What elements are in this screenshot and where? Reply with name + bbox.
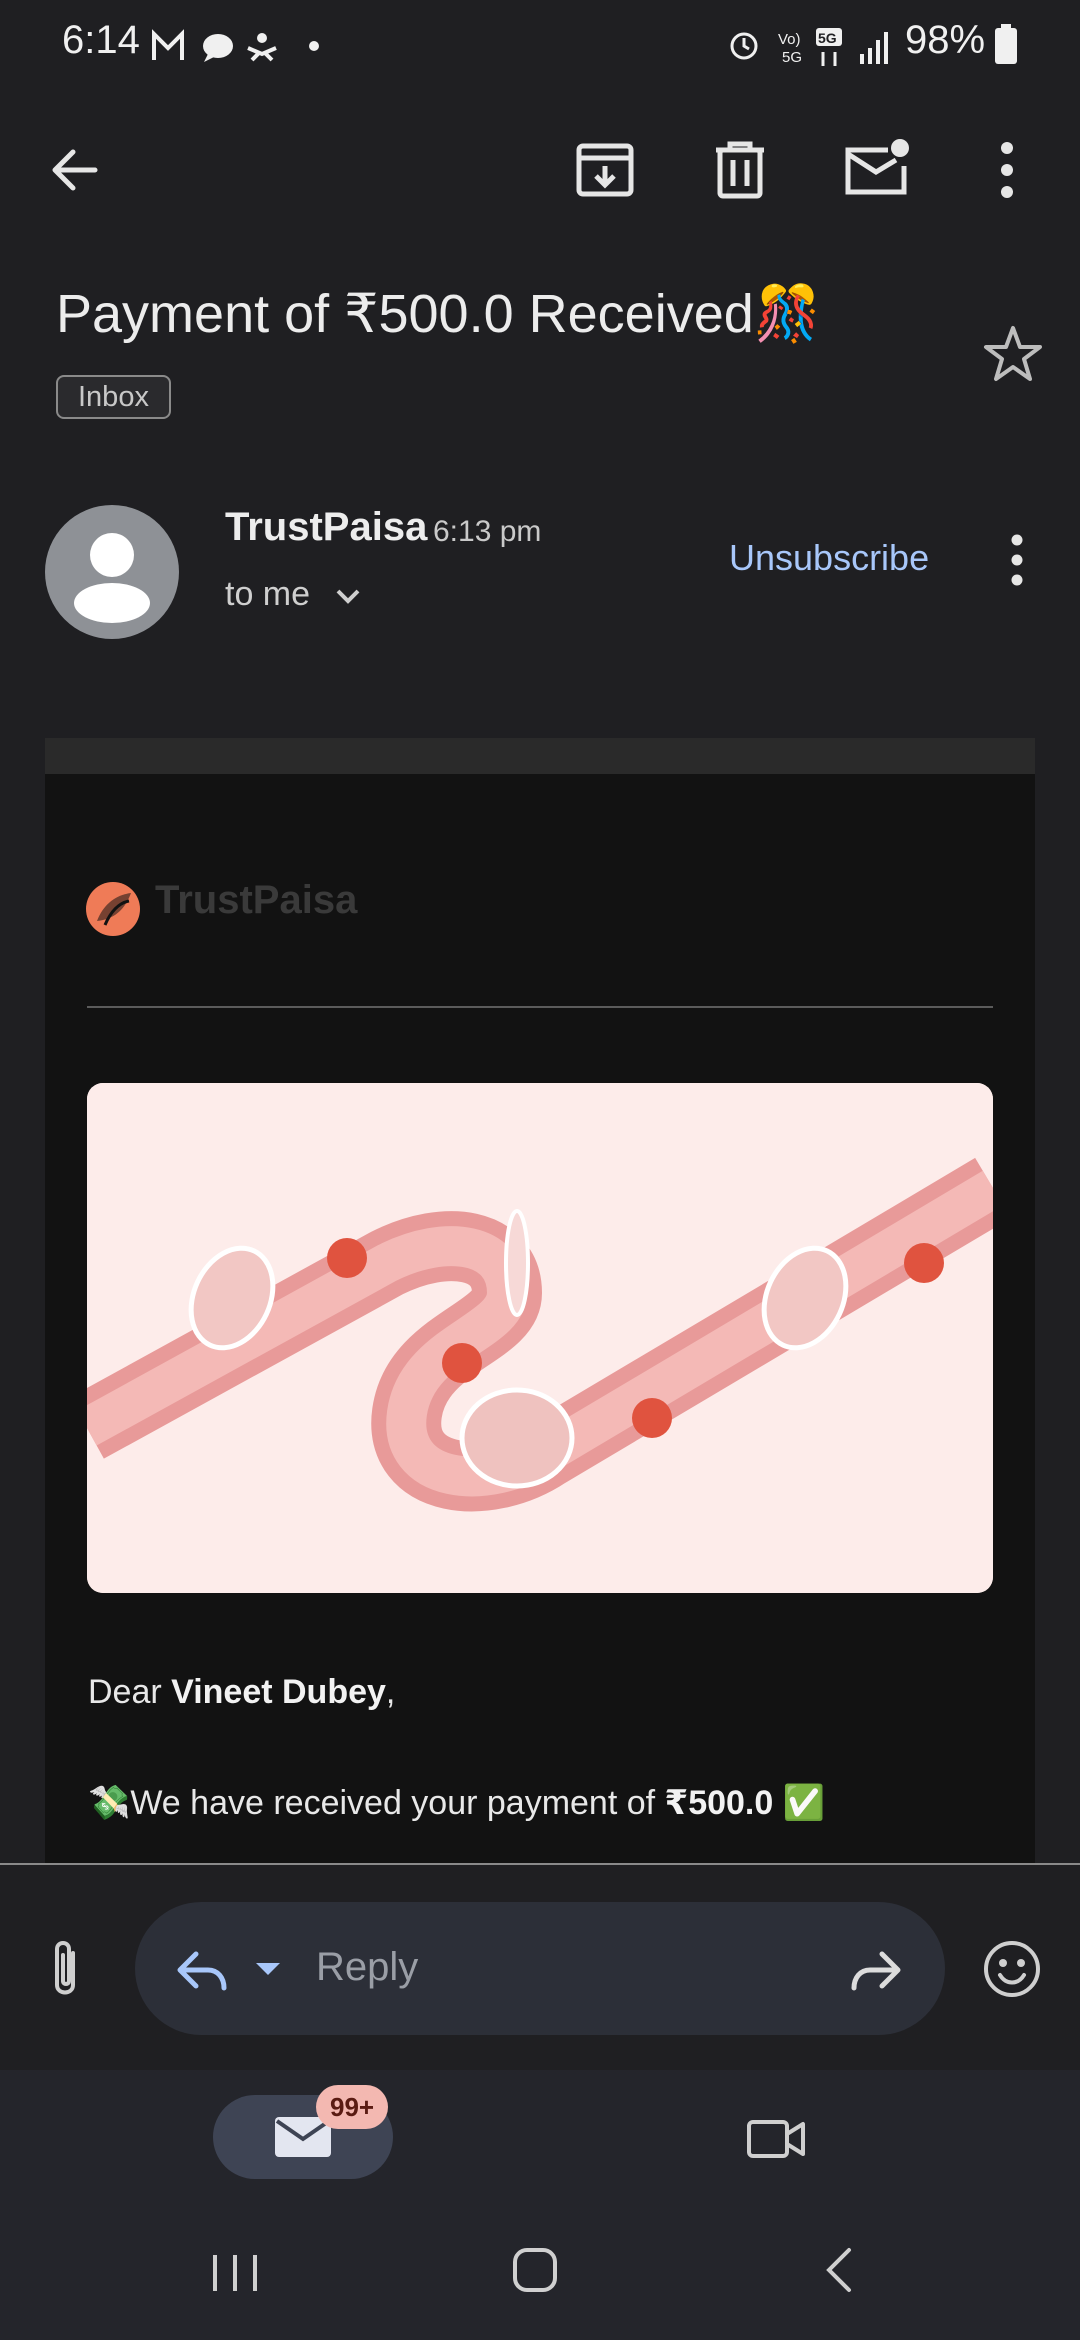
email-top-band (45, 738, 1035, 774)
home-icon[interactable] (505, 2240, 565, 2300)
emoji-icon[interactable] (980, 1937, 1044, 2001)
reply-icon[interactable] (172, 1940, 232, 2000)
star-icon[interactable] (980, 322, 1046, 388)
battery-icon (995, 24, 1017, 64)
forward-icon[interactable] (846, 1942, 906, 1998)
unsubscribe-link[interactable]: Unsubscribe (729, 537, 929, 579)
system-icons: Vo) 5G 5G (728, 22, 898, 77)
recent-apps-icon[interactable] (205, 2245, 265, 2301)
reply-options-dropdown-icon[interactable] (252, 1955, 284, 1985)
gmail-icon (152, 29, 319, 62)
person-icon (74, 533, 150, 623)
payment-amount: ₹500.0 (664, 1784, 774, 1822)
unread-count-badge: 99+ (316, 2085, 389, 2129)
sender-avatar[interactable] (45, 505, 179, 639)
email-body: TrustPaisa Dear Vineet Dubey, 💸We have r… (45, 738, 1035, 1863)
archive-icon[interactable] (565, 130, 645, 210)
email-subject: Payment of ₹500.0 Received🎊 (56, 284, 821, 344)
inbox-label-chip[interactable]: Inbox (56, 375, 171, 419)
svg-text:5G: 5G (782, 49, 802, 66)
sender-more-icon[interactable] (995, 530, 1039, 590)
greeting-suffix: , (385, 1673, 396, 1711)
hero-illustration (87, 1083, 993, 1593)
greeting-prefix: Dear (88, 1673, 172, 1711)
svg-text:Vo): Vo) (778, 31, 801, 48)
track-illustration (87, 1083, 993, 1593)
customer-name: Vineet Dubey (171, 1673, 386, 1711)
attach-icon[interactable] (35, 1935, 95, 2005)
payment-prefix: 💸We have received your payment of (88, 1784, 665, 1822)
brand-name: TrustPaisa (155, 878, 358, 922)
more-vert-icon[interactable] (967, 130, 1047, 210)
trustpaisa-logo-icon (86, 882, 140, 936)
mark-unread-icon[interactable] (836, 130, 916, 210)
recipient-text: to me (225, 575, 311, 613)
chevron-down-icon[interactable] (328, 581, 368, 611)
delete-icon[interactable] (700, 130, 780, 210)
meet-video-icon[interactable] (745, 2110, 809, 2166)
reply-placeholder[interactable]: Reply (316, 1945, 418, 1990)
svg-text:5G: 5G (818, 30, 837, 46)
battery-percent: 98% (905, 18, 986, 62)
top-toolbar (0, 120, 1080, 220)
back-arrow-icon[interactable] (37, 130, 117, 210)
system-back-icon[interactable] (815, 2240, 865, 2300)
payment-suffix: ✅ (773, 1784, 826, 1822)
sender-name: TrustPaisa (225, 505, 428, 549)
payment-confirmation-text: 💸We have received your payment of ₹500.0… (88, 1783, 825, 1823)
status-time: 6:14 (62, 18, 140, 62)
reply-divider (0, 1863, 1080, 1865)
greeting-text: Dear Vineet Dubey, (88, 1673, 395, 1712)
recipient-summary[interactable]: to me (225, 575, 368, 614)
divider-line (87, 1006, 993, 1008)
sent-time: 6:13 pm (433, 515, 542, 548)
status-bar: 6:14 Vo) 5G 5G 98% (0, 0, 1080, 90)
notification-icons (150, 24, 330, 73)
